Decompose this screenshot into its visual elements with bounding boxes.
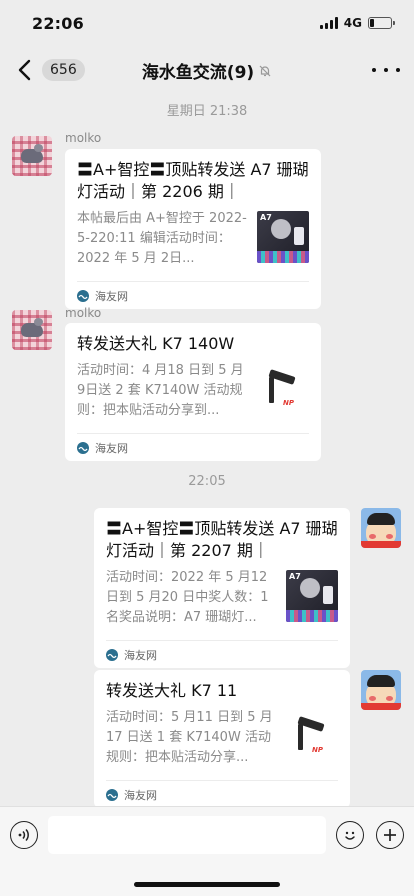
thumb-label: A7 [260, 213, 272, 222]
emoji-icon [345, 831, 355, 840]
card-body: 活动时间：4 月18 日到 5 月 9日送 2 套 K7140W 活动规则：把本… [77, 361, 309, 421]
card-thumbnail: NP [257, 363, 309, 415]
sender-name: molko [65, 306, 102, 320]
card-source: 海友网 [124, 648, 157, 662]
reef-shape [257, 251, 309, 263]
card-title: 转发送大礼 K7 11 [106, 681, 238, 700]
hair-shape [367, 675, 395, 687]
emoji-button[interactable] [336, 821, 364, 849]
card-body: 活动时间：2022 年 5 月12 日到 5 月20 日中奖人数：1 名奖品说明… [106, 568, 338, 628]
thumb-label: NP [283, 399, 294, 407]
message-input[interactable] [48, 816, 326, 854]
card-description: 活动时间：4 月18 日到 5 月 9日送 2 套 K7140W 活动规则：把本… [77, 363, 244, 418]
cheek-shape [386, 696, 393, 701]
reef-shape [286, 610, 338, 622]
more-dot [384, 68, 388, 72]
card-body: 本帖最后由 A+智控于 2022-5-220:11 编辑活动时间：2022 年 … [77, 209, 309, 269]
bell-off-icon [259, 65, 271, 76]
card-thumbnail: A7 [286, 570, 338, 622]
phone-shape [294, 227, 304, 245]
card-title: 〓A+智控〓顶贴转发送 A7 珊瑚灯活动｜第 2207 期｜ [106, 519, 338, 560]
self-avatar[interactable] [361, 508, 401, 548]
pet-figure [21, 318, 43, 337]
card-description: 活动时间：2022 年 5 月12 日到 5 月20 日中奖人数：1 名奖品说明… [106, 570, 269, 625]
haiyou-logo-icon [106, 788, 118, 801]
home-indicator [134, 882, 280, 887]
chat-header: 656 海水鱼交流(9) [0, 46, 414, 94]
card-source: 海友网 [95, 289, 128, 303]
card-description: 本帖最后由 A+智控于 2022-5-220:11 编辑活动时间：2022 年 … [77, 211, 247, 266]
more-button[interactable] [372, 58, 400, 82]
haiyou-logo-icon [77, 289, 89, 302]
chat-title-wrap: 海水鱼交流(9) [0, 58, 414, 83]
battery-icon [368, 17, 395, 29]
link-card[interactable]: 转发送大礼 K7 11 活动时间：5 月11 日到 5 月17 日送 1 套 K… [94, 670, 350, 808]
card-thumbnail: A7 [257, 211, 309, 263]
lamp-shape [271, 219, 291, 239]
link-card[interactable]: 转发送大礼 K7 140W 活动时间：4 月18 日到 5 月 9日送 2 套 … [65, 323, 321, 461]
card-footer: 海友网 [106, 780, 338, 808]
thumb-label: NP [312, 746, 323, 754]
chat-timestamp: 星期日 21:38 [166, 104, 248, 119]
sender-avatar[interactable] [12, 136, 52, 176]
card-source: 海友网 [124, 788, 157, 802]
sender-name: molko [65, 131, 102, 145]
phone-shape [323, 586, 333, 604]
card-footer: 海友网 [77, 433, 309, 461]
card-title: 〓A+智控〓顶贴转发送 A7 珊瑚灯活动｜第 2206 期｜ [77, 160, 309, 201]
chat-timestamp: 22:05 [188, 474, 226, 489]
battery-fill [370, 19, 374, 27]
hair-shape [367, 513, 395, 525]
link-card[interactable]: 〓A+智控〓顶贴转发送 A7 珊瑚灯活动｜第 2206 期｜ 本帖最后由 A+智… [65, 149, 321, 309]
more-dot [396, 68, 400, 72]
voice-icon [18, 828, 29, 842]
self-avatar[interactable] [361, 670, 401, 710]
shirt-shape [361, 703, 401, 710]
cheek-shape [369, 696, 376, 701]
thumb-label: A7 [289, 572, 301, 581]
card-title: 转发送大礼 K7 140W [77, 334, 235, 353]
network-label: 4G [343, 16, 362, 30]
card-footer: 海友网 [106, 640, 338, 668]
light-post-shape [269, 377, 274, 403]
card-body: 活动时间：5 月11 日到 5 月17 日送 1 套 K7140W 活动规则：把… [106, 708, 338, 768]
signal-icon [319, 17, 338, 29]
pet-figure [21, 144, 43, 163]
card-thumbnail: NP [286, 710, 338, 762]
add-button[interactable] [376, 821, 404, 849]
card-footer: 海友网 [77, 281, 309, 309]
sender-avatar[interactable] [12, 310, 52, 350]
status-time: 22:06 [32, 13, 84, 33]
haiyou-logo-icon [77, 441, 89, 454]
status-bar: 22:06 4G [0, 0, 414, 46]
card-source: 海友网 [95, 441, 128, 455]
shirt-shape [361, 541, 401, 548]
card-description: 活动时间：5 月11 日到 5 月17 日送 1 套 K7140W 活动规则：把… [106, 710, 273, 765]
link-card[interactable]: 〓A+智控〓顶贴转发送 A7 珊瑚灯活动｜第 2207 期｜ 活动时间：2022… [94, 508, 350, 668]
status-indicators: 4G [319, 16, 395, 30]
cheek-shape [369, 534, 376, 539]
light-post-shape [298, 724, 303, 750]
more-dot [372, 68, 376, 72]
plus-icon [384, 829, 396, 841]
cheek-shape [386, 534, 393, 539]
haiyou-logo-icon [106, 648, 118, 661]
lamp-shape [300, 578, 320, 598]
voice-button[interactable] [10, 821, 38, 849]
chat-title: 海水鱼交流(9) [141, 63, 255, 83]
